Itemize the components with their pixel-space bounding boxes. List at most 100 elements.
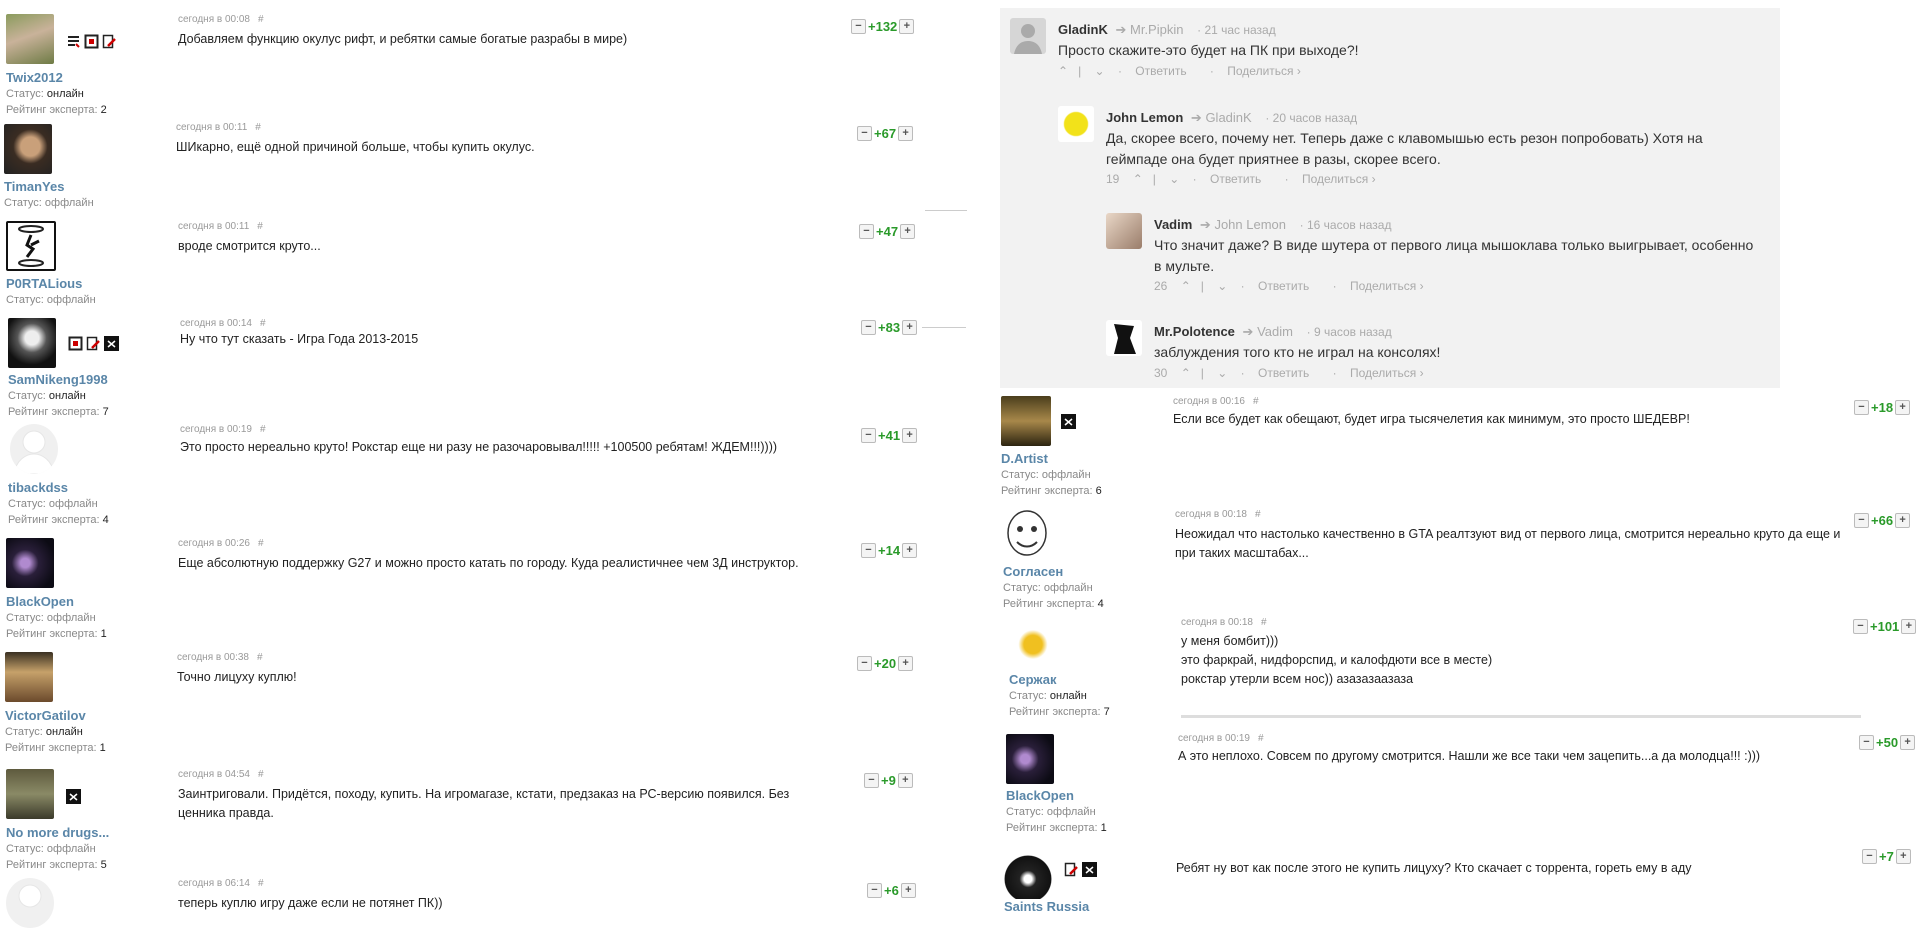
vote-down-button[interactable]: − [867, 883, 882, 898]
avatar[interactable] [1009, 617, 1057, 667]
vote-down-button[interactable]: − [857, 656, 872, 671]
comment-timestamp[interactable]: сегодня в 00:18 # [1181, 617, 1267, 628]
avatar[interactable] [4, 124, 52, 174]
vote-down-button[interactable]: − [861, 428, 876, 443]
username[interactable]: BlackOpen [1006, 788, 1074, 803]
comment-timestamp[interactable]: сегодня в 00:19 # [1178, 733, 1264, 744]
downvote-button[interactable]: ⌄ [1217, 279, 1227, 293]
username[interactable]: tibackdss [8, 480, 68, 495]
downvote-button[interactable]: ⌄ [1095, 64, 1105, 78]
avatar[interactable] [1004, 849, 1052, 899]
vote-down-button[interactable]: − [859, 224, 874, 239]
username[interactable]: TimanYes [4, 179, 64, 194]
reply-to-link[interactable]: ➔ Mr.Pipkin [1115, 22, 1183, 37]
username[interactable]: Saints Russia [1004, 899, 1089, 914]
upvote-button[interactable]: ⌃ [1133, 172, 1143, 186]
avatar[interactable] [10, 424, 58, 474]
upvote-button[interactable]: ⌃ [1058, 64, 1068, 78]
comment-timestamp[interactable]: сегодня в 00:08 # [178, 14, 264, 25]
username[interactable]: SamNikeng1998 [8, 372, 108, 387]
share-button[interactable]: · Поделиться › [1285, 172, 1386, 186]
vote-down-button[interactable]: − [1854, 513, 1869, 528]
vote-up-button[interactable]: + [902, 428, 918, 443]
upvote-button[interactable]: ⌃ [1181, 279, 1191, 293]
username[interactable]: Сержак [1009, 672, 1057, 687]
vote-up-button[interactable]: + [899, 19, 915, 34]
vote-down-button[interactable]: − [861, 543, 876, 558]
avatar[interactable] [8, 318, 56, 368]
reply-button[interactable]: · Ответить [1241, 366, 1320, 380]
vote-up-button[interactable]: + [1900, 735, 1916, 750]
vote-up-button[interactable]: + [897, 773, 913, 788]
avatar[interactable] [1006, 734, 1054, 784]
comment-timestamp[interactable]: сегодня в 00:14 # [180, 318, 266, 329]
share-button[interactable]: · Поделиться › [1333, 279, 1434, 293]
reply-to-link[interactable]: ➔ John Lemon [1200, 217, 1286, 232]
comment-timestamp[interactable]: сегодня в 00:16 # [1173, 396, 1259, 407]
reply-button[interactable]: · Ответить [1118, 64, 1197, 78]
vote-down-button[interactable]: − [1854, 400, 1869, 415]
avatar[interactable] [1001, 396, 1051, 446]
vote-up-button[interactable]: + [898, 656, 914, 671]
vote-up-button[interactable]: + [900, 224, 916, 239]
comment-author[interactable]: Vadim [1154, 217, 1192, 232]
downvote-button[interactable]: ⌄ [1169, 172, 1179, 186]
username[interactable]: Согласен [1003, 564, 1063, 579]
share-button[interactable]: · Поделиться › [1210, 64, 1311, 78]
vote-up-button[interactable]: + [1895, 513, 1911, 528]
downvote-button[interactable]: ⌄ [1217, 366, 1227, 380]
vote-up-button[interactable]: + [1895, 849, 1911, 864]
vote-down-button[interactable]: − [864, 773, 879, 788]
avatar[interactable] [6, 538, 54, 588]
upvote-button[interactable]: ⌃ [1181, 366, 1191, 380]
username[interactable]: Twix2012 [6, 70, 63, 85]
vote-down-button[interactable]: − [857, 126, 872, 141]
avatar[interactable] [6, 221, 56, 271]
vote-down-button[interactable]: − [1862, 849, 1877, 864]
comment-time[interactable]: · 21 час назад [1197, 23, 1276, 37]
avatar[interactable] [1058, 106, 1094, 142]
comment-timestamp[interactable]: сегодня в 00:38 # [177, 652, 263, 663]
avatar[interactable] [1003, 509, 1051, 559]
comment-timestamp[interactable]: сегодня в 00:11 # [176, 122, 261, 133]
username[interactable]: VictorGatilov [5, 708, 86, 723]
comment-author[interactable]: GladinK [1058, 22, 1108, 37]
vote-up-button[interactable]: + [1895, 400, 1911, 415]
vote-up-button[interactable]: + [898, 126, 914, 141]
reply-button[interactable]: · Ответить [1241, 279, 1320, 293]
comment-timestamp[interactable]: сегодня в 04:54 # [178, 769, 264, 780]
comment-time[interactable]: · 16 часов назад [1300, 218, 1392, 232]
comment-author[interactable]: John Lemon [1106, 110, 1183, 125]
comment-timestamp[interactable]: сегодня в 06:14 # [178, 878, 264, 889]
avatar[interactable] [6, 769, 54, 819]
vote-up-button[interactable]: + [902, 320, 918, 335]
avatar[interactable] [6, 878, 54, 928]
comment-timestamp[interactable]: сегодня в 00:26 # [178, 538, 264, 549]
vote-down-button[interactable]: − [1853, 619, 1868, 634]
vote-up-button[interactable]: + [902, 543, 918, 558]
avatar[interactable] [1106, 320, 1142, 356]
vote-down-button[interactable]: − [851, 19, 866, 34]
vote-down-button[interactable]: − [861, 320, 876, 335]
comment-time[interactable]: · 9 часов назад [1307, 325, 1392, 339]
vote-up-button[interactable]: + [900, 883, 916, 898]
avatar[interactable] [5, 652, 53, 702]
share-button[interactable]: · Поделиться › [1333, 366, 1434, 380]
comment-timestamp[interactable]: сегодня в 00:18 # [1175, 509, 1261, 520]
username[interactable]: P0RTALious [6, 276, 82, 291]
avatar[interactable] [1010, 18, 1046, 54]
vote-up-button[interactable]: + [1901, 619, 1917, 634]
reply-button[interactable]: · Ответить [1193, 172, 1272, 186]
comment-author[interactable]: Mr.Polotence [1154, 324, 1235, 339]
reply-to-link[interactable]: ➔ GladinK [1191, 110, 1252, 125]
comment-timestamp[interactable]: сегодня в 00:11 # [178, 221, 263, 232]
comment-timestamp[interactable]: сегодня в 00:19 # [180, 424, 266, 435]
vote-down-button[interactable]: − [1859, 735, 1874, 750]
avatar[interactable] [1106, 213, 1142, 249]
username[interactable]: No more drugs... [6, 825, 109, 840]
comment-time[interactable]: · 20 часов назад [1265, 111, 1357, 125]
avatar[interactable] [6, 14, 54, 64]
username[interactable]: BlackOpen [6, 594, 74, 609]
reply-to-link[interactable]: ➔ Vadim [1243, 324, 1293, 339]
username[interactable]: D.Artist [1001, 451, 1048, 466]
